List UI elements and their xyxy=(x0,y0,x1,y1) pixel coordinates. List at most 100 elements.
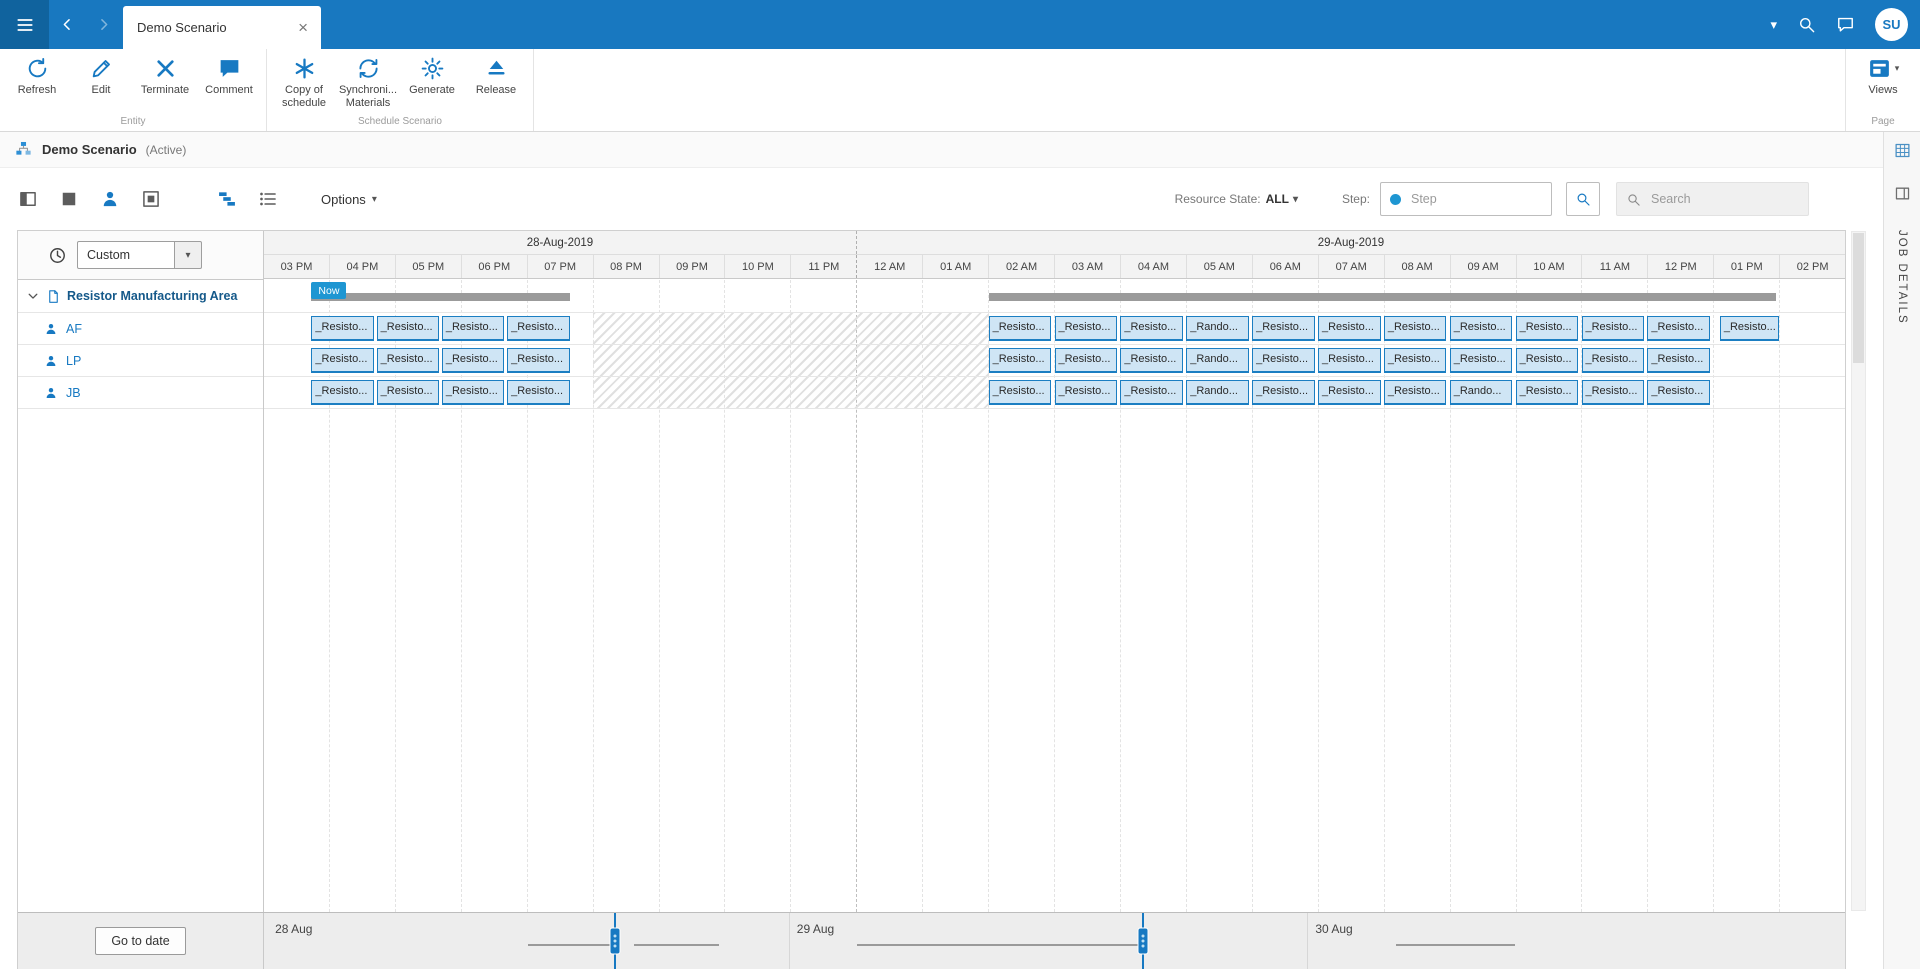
task-bar[interactable]: _Resisto... xyxy=(1384,380,1447,405)
user-avatar[interactable]: SU xyxy=(1875,8,1908,41)
panel-toggle-icon[interactable] xyxy=(1894,185,1911,202)
tab-title: Demo Scenario xyxy=(137,20,295,35)
task-bar[interactable]: _Rando... xyxy=(1186,348,1249,373)
task-bar[interactable]: _Resisto... xyxy=(1252,348,1315,373)
list-view-icon[interactable] xyxy=(258,189,278,209)
ribbon-button-label: Refresh xyxy=(18,84,57,97)
task-bar[interactable]: _Resisto... xyxy=(442,380,505,405)
resource-row-af[interactable]: AF xyxy=(18,313,263,345)
task-bar[interactable]: _Resisto... xyxy=(311,380,374,405)
task-bar[interactable]: _Resisto... xyxy=(1647,348,1710,373)
hamburger-menu-button[interactable] xyxy=(0,0,49,49)
task-bar[interactable]: _Resisto... xyxy=(1055,380,1118,405)
overview-range-handle-end[interactable] xyxy=(1138,928,1149,955)
task-bar[interactable]: _Resisto... xyxy=(311,316,374,341)
task-bar[interactable]: _Resisto... xyxy=(442,348,505,373)
task-bar[interactable]: _Resisto... xyxy=(1318,316,1381,341)
overview-load-segment xyxy=(634,944,719,946)
task-bar[interactable]: _Resisto... xyxy=(1582,316,1645,341)
task-bar[interactable]: _Resisto... xyxy=(1120,380,1183,405)
topbar-chat-button[interactable] xyxy=(1836,15,1855,34)
job-grid-icon[interactable] xyxy=(1894,142,1911,159)
ribbon-synchroni-materials-button[interactable]: Synchroni... Materials xyxy=(336,49,400,110)
task-bar[interactable]: _Rando... xyxy=(1186,380,1249,405)
task-bar[interactable]: _Resisto... xyxy=(1318,380,1381,405)
search-input[interactable] xyxy=(1649,191,1799,207)
vertical-scrollbar[interactable] xyxy=(1851,231,1866,911)
task-bar[interactable]: _Resisto... xyxy=(1120,316,1183,341)
date-header-29-aug-2019: 29-Aug-2019 xyxy=(857,231,1845,254)
collapse-chevron-icon[interactable] xyxy=(26,289,40,303)
split-view-icon[interactable] xyxy=(18,189,38,209)
ribbon-edit-button[interactable]: Edit xyxy=(69,49,133,97)
generate-icon xyxy=(420,56,445,81)
topbar-dropdown-button[interactable]: ▾ xyxy=(1770,17,1777,33)
task-bar[interactable]: _Resisto... xyxy=(1516,348,1579,373)
ribbon-copy-of-schedule-button[interactable]: Copy of schedule xyxy=(272,49,336,110)
time-preset-dropdown[interactable]: Custom ▾ xyxy=(77,241,202,269)
step-search-button[interactable] xyxy=(1566,182,1600,216)
back-button[interactable] xyxy=(49,0,85,49)
topbar-search-button[interactable] xyxy=(1797,15,1816,34)
ribbon-release-button[interactable]: Release xyxy=(464,49,528,97)
task-bar[interactable]: _Resisto... xyxy=(1516,380,1579,405)
ribbon-terminate-button[interactable]: Terminate xyxy=(133,49,197,97)
go-to-date-button[interactable]: Go to date xyxy=(95,927,185,955)
task-bar[interactable]: _Rando... xyxy=(1450,380,1513,405)
task-bar[interactable]: _Resisto... xyxy=(1055,348,1118,373)
gantt-view-icon[interactable] xyxy=(217,189,237,209)
topbar-actions: ▾ SU xyxy=(1770,8,1920,41)
task-bar[interactable]: _Resisto... xyxy=(1582,348,1645,373)
resource-view-icon[interactable] xyxy=(100,189,120,209)
job-details-tab[interactable]: JOB DETAILS xyxy=(1896,230,1908,325)
resource-name: LP xyxy=(66,354,81,368)
hour-header-cell: 08 PM xyxy=(594,255,660,278)
task-bar[interactable]: _Resisto... xyxy=(507,380,570,405)
task-bar[interactable]: _Resisto... xyxy=(989,316,1052,341)
scrollbar-thumb[interactable] xyxy=(1853,233,1864,363)
task-bar[interactable]: _Resisto... xyxy=(1252,380,1315,405)
task-bar[interactable]: _Resisto... xyxy=(311,348,374,373)
task-bar[interactable]: _Resisto... xyxy=(1582,380,1645,405)
tab-close-button[interactable]: × xyxy=(295,19,311,36)
task-bar[interactable]: _Rando... xyxy=(1186,316,1249,341)
task-bar[interactable]: _Resisto... xyxy=(1450,316,1513,341)
block-view-icon[interactable] xyxy=(59,189,79,209)
task-bar[interactable]: _Resisto... xyxy=(1384,316,1447,341)
options-menu-button[interactable]: Options ▾ xyxy=(321,192,377,207)
overview-range-handle-start[interactable] xyxy=(609,928,620,955)
tab-demo-scenario[interactable]: Demo Scenario × xyxy=(123,6,321,49)
task-bar[interactable]: _Resisto... xyxy=(1384,348,1447,373)
task-bar[interactable]: _Resisto... xyxy=(1252,316,1315,341)
task-bar[interactable]: _Resisto... xyxy=(507,316,570,341)
task-bar[interactable]: _Resisto... xyxy=(442,316,505,341)
task-bar[interactable]: _Resisto... xyxy=(377,348,440,373)
resource-state-dropdown[interactable]: ALL ▾ xyxy=(1266,192,1298,206)
resource-row-jb[interactable]: JB xyxy=(18,377,263,409)
resource-row-lp[interactable]: LP xyxy=(18,345,263,377)
ribbon-generate-button[interactable]: Generate xyxy=(400,49,464,97)
task-bar[interactable]: _Resisto... xyxy=(1120,348,1183,373)
task-bar[interactable]: _Resisto... xyxy=(377,380,440,405)
gantt-body: Resistor Manufacturing Area AFLPJB Now _… xyxy=(18,280,1845,912)
ribbon-views-button[interactable]: ▾Views xyxy=(1851,49,1915,97)
ribbon-comment-button[interactable]: Comment xyxy=(197,49,261,97)
task-bar[interactable]: _Resisto... xyxy=(1647,380,1710,405)
frame-view-icon[interactable] xyxy=(141,189,161,209)
ribbon-refresh-button[interactable]: Refresh xyxy=(5,49,69,97)
task-bar[interactable]: _Resisto... xyxy=(1516,316,1579,341)
group-row-resistor-manufacturing-area[interactable]: Resistor Manufacturing Area xyxy=(18,280,263,313)
task-bar[interactable]: _Resisto... xyxy=(1647,316,1710,341)
ribbon-button-label: Terminate xyxy=(141,84,189,97)
task-bar[interactable]: _Resisto... xyxy=(1720,316,1779,341)
task-bar[interactable]: _Resisto... xyxy=(989,380,1052,405)
task-bar[interactable]: _Resisto... xyxy=(989,348,1052,373)
task-bar[interactable]: _Resisto... xyxy=(1450,348,1513,373)
task-bar[interactable]: _Resisto... xyxy=(1318,348,1381,373)
forward-button[interactable] xyxy=(85,0,121,49)
timeline-overview[interactable]: 28 Aug29 Aug30 Aug xyxy=(264,913,1845,969)
task-bar[interactable]: _Resisto... xyxy=(1055,316,1118,341)
task-bar[interactable]: _Resisto... xyxy=(377,316,440,341)
task-bar[interactable]: _Resisto... xyxy=(507,348,570,373)
step-input[interactable] xyxy=(1409,191,1542,207)
